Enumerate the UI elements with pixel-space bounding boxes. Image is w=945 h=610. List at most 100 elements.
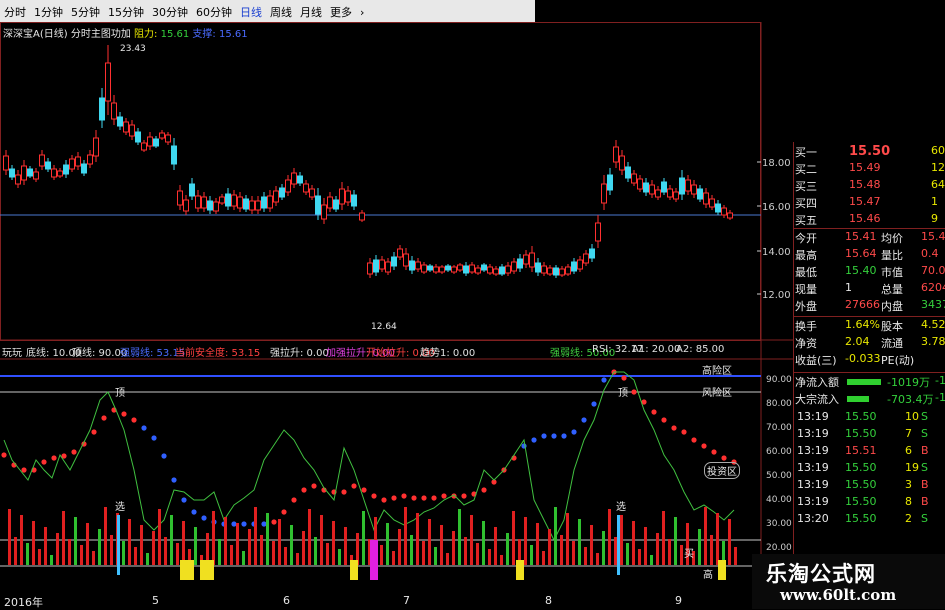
strength-dot (581, 417, 587, 423)
candle-body (3, 155, 9, 171)
orderbook-row[interactable]: 买三 15.48 64 (795, 178, 945, 195)
period-tab-0[interactable]: 分时 (0, 0, 30, 20)
candle-body (403, 253, 409, 267)
orderbook-price: 15.49 (849, 161, 881, 174)
flow-row: 大宗流入 -703.4万 -1 (795, 391, 945, 408)
more-chevron-icon[interactable]: › (356, 2, 368, 19)
candle-body (451, 266, 457, 273)
candle-body (237, 196, 243, 209)
candle-body (541, 265, 547, 274)
signal-bar (608, 509, 611, 565)
signal-bar (656, 533, 659, 565)
period-tab-bar: 分时 1分钟 5分钟 15分钟 30分钟 60分钟 日线 周线 月线 更多 › (0, 0, 535, 22)
tick-time: 13:19 (797, 478, 829, 491)
strength-dot (241, 521, 247, 527)
strength-dot (91, 429, 97, 435)
tick-time: 13:19 (797, 444, 829, 457)
candle-body (505, 265, 511, 274)
strength-dot (41, 459, 47, 465)
quote-value: 27666 (845, 298, 880, 311)
candle-body (709, 198, 715, 208)
candle-body (697, 188, 703, 200)
period-tab-1[interactable]: 1分钟 (30, 0, 67, 20)
tick-side: B (921, 495, 929, 508)
candle-body (391, 256, 397, 267)
signal-bar (422, 541, 425, 565)
candle-body (679, 177, 685, 195)
orderbook-row[interactable]: 买二 15.49 12 (795, 161, 945, 178)
panel-divider (793, 228, 945, 229)
strength-dot (231, 521, 237, 527)
x-label-5: 5 (152, 594, 159, 607)
orderbook-volume: 64 (931, 178, 945, 191)
period-tab-4[interactable]: 30分钟 (148, 0, 192, 20)
strength-dot (481, 487, 487, 493)
strength-dot (1, 452, 7, 458)
period-tab-2[interactable]: 5分钟 (67, 0, 104, 20)
period-tab-8[interactable]: 月线 (296, 0, 326, 20)
period-tab-6[interactable]: 日线 (236, 0, 266, 20)
orderbook-label: 买一 (795, 146, 817, 159)
signal-bar (626, 543, 629, 565)
signal-bar (308, 509, 311, 565)
signal-bar (314, 537, 317, 565)
orderbook-row[interactable]: 买一 15.50 60 (795, 144, 945, 161)
candle-body (75, 156, 81, 167)
signal-block (516, 560, 524, 580)
signal-bar (326, 543, 329, 565)
quote-label: 现量 (795, 283, 817, 296)
signal-bar (512, 511, 515, 565)
strength-dot (371, 493, 377, 499)
period-tab-7[interactable]: 周线 (266, 0, 296, 20)
strength-dot (531, 437, 537, 443)
tick-row: 13:19 15.50 19 S (797, 461, 945, 478)
signal-bar (128, 519, 131, 565)
tick-row: 13:19 15.50 3 B (797, 478, 945, 495)
signal-bar (488, 549, 491, 565)
candle-body (607, 174, 613, 191)
candle-body (261, 196, 267, 209)
zone-risk: 风险区 (702, 388, 732, 399)
signal-bar (638, 549, 641, 565)
signal-bar (578, 519, 581, 565)
signal-bar (386, 523, 389, 565)
signal-bar (296, 553, 299, 565)
indicator-legend-item: A1: 20.00 (632, 344, 681, 355)
quote-row: 最低 15.40 市值 70.09 (795, 264, 945, 281)
signal-bar (392, 551, 395, 565)
signal-bar (536, 523, 539, 565)
period-tab-5[interactable]: 60分钟 (192, 0, 236, 20)
signal-block (186, 560, 194, 580)
watermark-title: 乐淘公式网 (766, 561, 876, 586)
cyan-marker (117, 515, 120, 575)
signal-bar (164, 537, 167, 565)
signal-bar (302, 531, 305, 565)
tick-side: S (921, 427, 928, 440)
strength-dot (351, 483, 357, 489)
candle-body (637, 178, 643, 190)
quote-label: 最高 (795, 249, 817, 262)
indicator-legend-item: 趋势1: 0.00 (420, 348, 476, 359)
candle-body (661, 181, 667, 193)
candle-body (147, 136, 153, 147)
period-tab-9[interactable]: 更多 (326, 0, 356, 20)
candle-body (69, 158, 75, 170)
candle-body (583, 253, 589, 264)
tick-price: 15.50 (845, 478, 877, 491)
chart-header: 深深宝A(日线) 分时主图功加 阻力: 15.61 支撑: 15.61 (3, 29, 248, 40)
quote-row: 收益(三) -0.033 PE(动) (795, 352, 945, 369)
orderbook-volume: 1 (931, 195, 938, 208)
signal-bar (230, 545, 233, 565)
candle-body (643, 182, 649, 193)
candle-body (397, 248, 403, 258)
orderbook-row[interactable]: 买四 15.47 1 (795, 195, 945, 212)
indicator-tick: 20.00 (766, 543, 792, 553)
period-tab-3[interactable]: 15分钟 (104, 0, 148, 20)
orderbook-row[interactable]: 买五 15.46 9 (795, 212, 945, 229)
signal-bar (242, 551, 245, 565)
strength-dot (721, 455, 727, 461)
strength-dot (271, 519, 277, 525)
tick-volume: 7 (905, 427, 912, 440)
candle-body (463, 265, 469, 274)
candle-body (421, 264, 427, 273)
